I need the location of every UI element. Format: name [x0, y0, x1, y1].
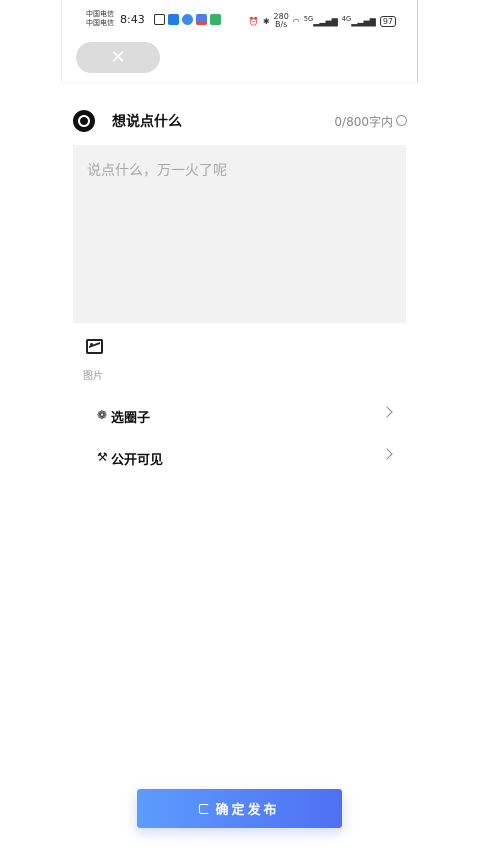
carrier-label: 中国电信 — [86, 19, 114, 27]
disc-icon — [73, 110, 95, 132]
chevron-right-icon — [381, 406, 393, 418]
signal-type-label: 5G — [303, 15, 314, 24]
carrier-label: 中国电信 — [86, 10, 114, 18]
visibility-label: 公开可见 — [111, 453, 164, 468]
net-speed: 280 B/s — [274, 13, 289, 29]
net-speed-unit: B/s — [274, 20, 288, 29]
chevron-right-icon — [381, 448, 393, 460]
status-bar: 中国电信 中国电信 8:43 ⏰ ✱ 280 B/s ◠ 5G▂▃▅▇ 4G▂▃… — [86, 10, 396, 32]
cloud-icon — [182, 14, 193, 25]
carrier-labels: 中国电信 中国电信 — [86, 10, 114, 28]
app-icon-green — [210, 14, 221, 25]
signal-icon: 4G▂▃▅▇ — [341, 15, 376, 27]
nfc-icon — [154, 14, 165, 25]
app-icon-red — [196, 14, 207, 25]
close-button[interactable]: ✕ — [76, 42, 160, 73]
app-icon-blue — [168, 14, 179, 25]
char-counter: 0/800字内 — [334, 115, 393, 129]
add-image-button[interactable]: 图片 — [82, 337, 112, 383]
signal-icon: 5G▂▃▅▇ — [303, 15, 338, 27]
alarm-icon: ⏰ — [248, 16, 259, 26]
select-circle-label: 选圈子 — [111, 411, 151, 426]
bluetooth-icon: ✱ — [262, 16, 270, 26]
status-time: 8:43 — [120, 13, 145, 26]
edit-icon — [199, 803, 210, 814]
select-circle-row[interactable]: ❁ 选圈子 — [97, 405, 393, 427]
publish-label: 确定发布 — [215, 802, 280, 817]
image-icon — [86, 339, 103, 354]
wifi-icon: ◠ — [292, 16, 300, 26]
status-right: ⏰ ✱ 280 B/s ◠ 5G▂▃▅▇ 4G▂▃▅▇ 97 — [249, 13, 396, 29]
notification-icons — [154, 14, 221, 25]
smiley-icon[interactable] — [396, 115, 407, 126]
compose-title: 想说点什么 — [112, 114, 182, 130]
visibility-row[interactable]: ⚒ 公开可见 — [97, 447, 393, 469]
publish-button[interactable]: 确定发布 — [137, 789, 342, 828]
signal-type-label: 4G — [341, 15, 352, 24]
image-label: 图片 — [83, 371, 103, 382]
compose-header: 想说点什么 0/800字内 — [73, 110, 407, 132]
top-bar: 中国电信 中国电信 8:43 ⏰ ✱ 280 B/s ◠ 5G▂▃▅▇ 4G▂▃… — [61, 0, 418, 82]
visibility-icon: ⚒ — [97, 450, 108, 464]
battery-indicator: 97 — [379, 15, 396, 27]
circle-icon: ❁ — [97, 408, 108, 422]
post-text-input[interactable] — [73, 145, 406, 323]
close-icon: ✕ — [110, 47, 126, 68]
